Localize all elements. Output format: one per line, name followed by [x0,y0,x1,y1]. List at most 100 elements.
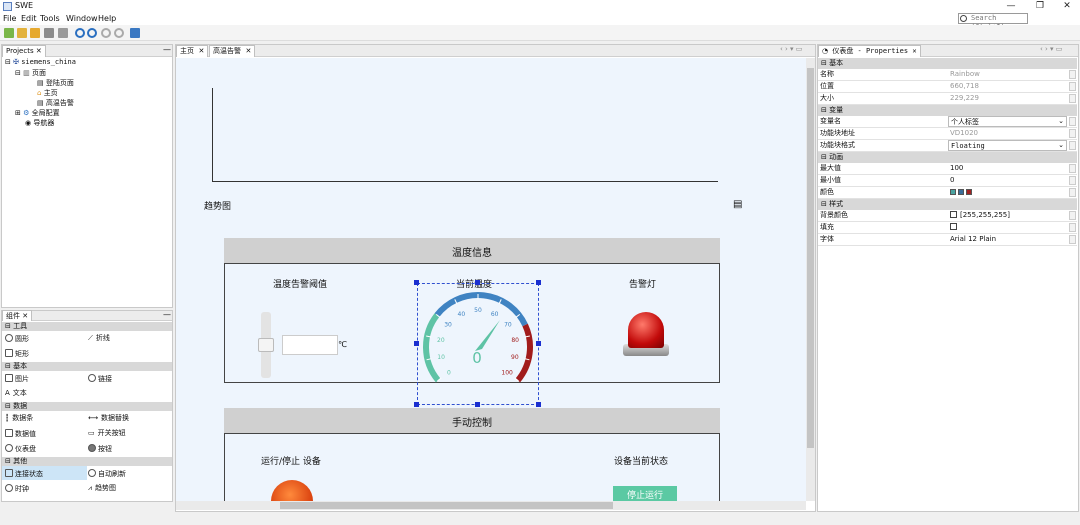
tree-pages-folder[interactable]: ⊟ ▥ 页面 [15,68,46,78]
prop-edit-button[interactable] [1069,188,1076,197]
checkbox[interactable] [950,211,957,218]
chevron-down-icon[interactable]: ⌄ [1058,116,1064,127]
prop-value[interactable] [948,222,1067,233]
prop-value[interactable] [948,187,1067,198]
prop-value[interactable]: Rainbow [948,69,1067,80]
tab-properties[interactable]: ◔ 仪表盘 - Properties ✕ [818,45,921,57]
tree-root[interactable]: ⊟ ✠ siemens_china [5,58,76,66]
category-basic[interactable]: ⊟ 基本 [2,362,172,371]
prop-row[interactable]: 功能块地址 VD1020 [818,128,1077,140]
search-input[interactable]: Search (Ctrl+I) [958,13,1028,31]
tab-nav-icons[interactable]: ‹ › ▾ ▭ [780,45,802,53]
canvas[interactable]: 趋势图 ▤ 温度信息 温度告警阈值 当前温度 告警灯 ℃ 0 10 20 30 40 50… [176,58,806,501]
close-button[interactable]: ✕ [1056,0,1078,13]
component-autorefresh[interactable]: 自动刷新 [88,469,126,479]
menu-help[interactable]: Help [98,14,116,23]
back-icon[interactable] [101,28,111,38]
threshold-input[interactable] [282,335,338,355]
prop-value[interactable]: [255,255,255] [948,210,1067,221]
prop-section[interactable]: ⊟ 基本 [818,58,1077,69]
tree-global-config[interactable]: ⊞ ⚙ 全局配置 [15,108,60,118]
new-folder-icon[interactable] [17,28,27,38]
category-tools[interactable]: ⊟ 工具 [2,322,172,331]
prop-row[interactable]: 颜色 [818,187,1077,199]
prop-row[interactable]: 变量名 个人标签 ⌄ [818,116,1077,128]
open-folder-icon[interactable] [30,28,40,38]
selection-handle[interactable] [475,280,480,285]
selection-handle[interactable] [536,341,541,346]
minimize-components-icon[interactable]: — [163,310,171,319]
prop-row[interactable]: 功能块格式 Floating ⌄ [818,140,1077,152]
tab-projects[interactable]: Projects ✕ [2,45,46,57]
component-circle[interactable]: 圆形 [5,334,29,344]
component-switch[interactable]: ▭ 开关按钮 [88,429,126,438]
prop-value[interactable]: Arial 12 Plain [948,234,1067,245]
prop-edit-button[interactable] [1069,164,1076,173]
menu-tools[interactable]: Tools [40,14,60,23]
color-swatch[interactable] [958,189,964,195]
selection-handle[interactable] [414,341,419,346]
color-swatch[interactable] [950,189,956,195]
prop-value[interactable]: VD1020 [948,128,1067,139]
category-other[interactable]: ⊟ 其他 [2,457,172,466]
prop-section[interactable]: ⊟ 变量 [818,105,1077,116]
prop-value[interactable]: 100 [948,163,1067,174]
tree-page-login[interactable]: ▤ 登陆页面 [37,78,74,88]
prop-value[interactable]: 个人标签 ⌄ [948,116,1067,127]
prop-value[interactable]: 660,718 [948,81,1067,92]
minimize-button[interactable]: — [1000,0,1022,13]
tree-page-alarm[interactable]: ▤ 高温告警 [37,98,74,108]
category-data[interactable]: ⊟ 数据 [2,402,172,411]
run-icon[interactable] [130,28,140,38]
prop-edit-button[interactable] [1069,141,1076,150]
prop-row[interactable]: 名称 Rainbow [818,69,1077,81]
save-all-icon[interactable] [58,28,68,38]
checkbox[interactable] [950,223,957,230]
prop-row[interactable]: 最小值 0 [818,175,1077,187]
component-text[interactable]: A 文本 [5,389,27,398]
prop-section[interactable]: ⊟ 动画 [818,152,1077,163]
new-file-icon[interactable] [4,28,14,38]
prop-value[interactable]: 0 [948,175,1067,186]
save-icon[interactable] [44,28,54,38]
menu-window[interactable]: Window [66,14,98,23]
component-polyline[interactable]: ⟋ 折线 [88,334,110,343]
component-rectangle[interactable]: 矩形 [5,349,29,359]
vertical-scrollbar-thumb[interactable] [807,68,814,448]
prop-value[interactable]: Floating ⌄ [948,140,1067,151]
tab-alarm[interactable]: 高温告警 ✕ [209,45,256,57]
component-connection[interactable]: 连接状态 [5,469,43,479]
forward-icon[interactable] [114,28,124,38]
selection-handle[interactable] [475,402,480,407]
maximize-button[interactable]: ❐ [1029,0,1051,13]
prop-edit-button[interactable] [1069,235,1076,244]
tab-components[interactable]: 组件 ✕ [2,310,33,321]
tree-page-home[interactable]: ⌂ 主页 [37,88,58,98]
prop-row[interactable]: 位置 660,718 [818,81,1077,93]
minimize-panel-icon[interactable]: — [163,45,171,54]
prop-edit-button[interactable] [1069,82,1076,91]
component-image[interactable]: 图片 [5,374,29,384]
prop-edit-button[interactable] [1069,223,1076,232]
component-clock[interactable]: 时钟 [5,484,29,494]
prop-edit-button[interactable] [1069,129,1076,138]
prop-row[interactable]: 大小 229,229 [818,93,1077,105]
selection-handle[interactable] [536,402,541,407]
prop-row[interactable]: 填充 [818,222,1077,234]
component-datavalue[interactable]: 数据值 [5,429,36,439]
redo-icon[interactable] [87,28,97,38]
prop-edit-button[interactable] [1069,94,1076,103]
horizontal-scrollbar-thumb[interactable] [280,502,613,509]
component-databar[interactable]: ┇ 数据条 [5,414,33,423]
prop-value[interactable]: 229,229 [948,93,1067,104]
color-swatch[interactable] [966,189,972,195]
component-datareplace[interactable]: ⟷ 数据替换 [88,414,129,423]
prop-edit-button[interactable] [1069,176,1076,185]
prop-section[interactable]: ⊟ 样式 [818,199,1077,210]
tree-navigator[interactable]: ◉ 导航器 [25,118,54,128]
prop-row[interactable]: 字体 Arial 12 Plain [818,234,1077,246]
undo-icon[interactable] [75,28,85,38]
selection-handle[interactable] [414,280,419,285]
menu-edit[interactable]: Edit [21,14,37,23]
component-gauge[interactable]: 仪表盘 [5,444,36,454]
